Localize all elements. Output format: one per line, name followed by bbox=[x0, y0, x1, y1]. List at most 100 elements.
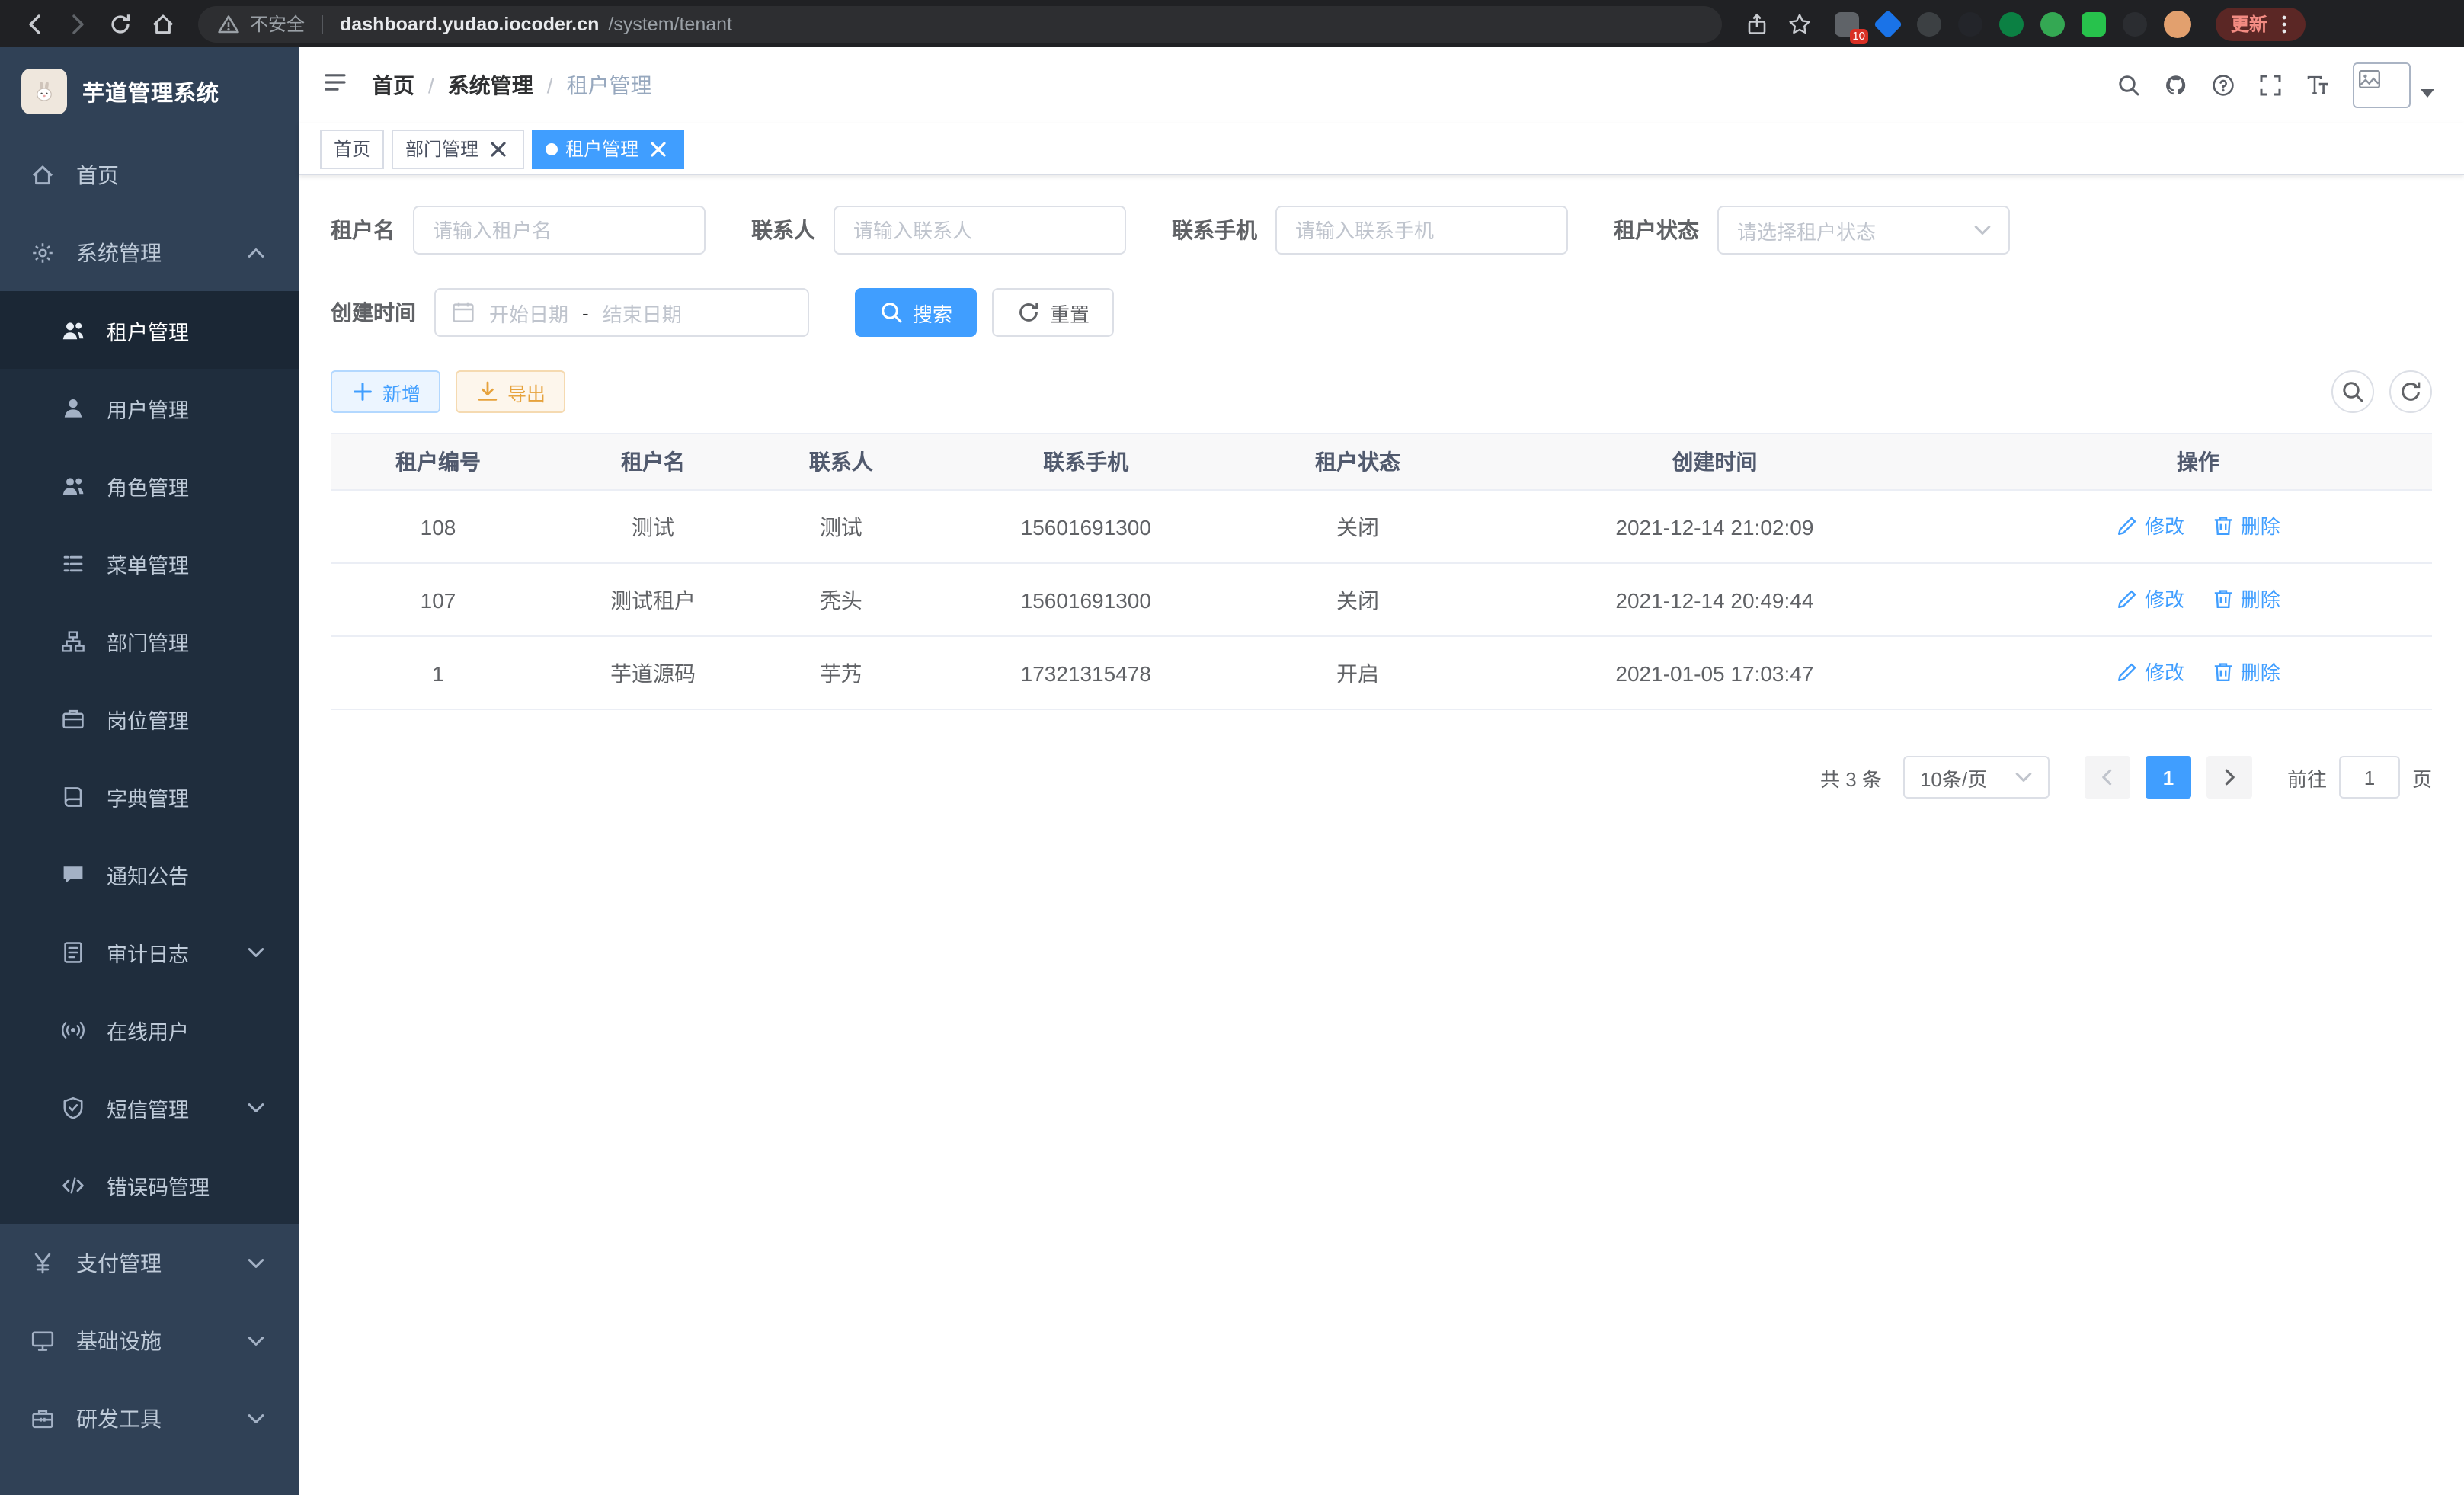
sidebar-item-home[interactable]: 首页 bbox=[0, 136, 299, 213]
tab-close-button[interactable] bbox=[486, 136, 510, 161]
browser-forward-button[interactable] bbox=[58, 4, 98, 43]
sidebar-group-system[interactable]: 系统管理 bbox=[0, 213, 299, 291]
chevron-down-icon bbox=[1970, 218, 1995, 242]
extension-icon-7[interactable] bbox=[2082, 11, 2106, 36]
add-button[interactable]: 新增 bbox=[331, 370, 440, 413]
tags-view: 首页 部门管理 租户管理 bbox=[299, 123, 2464, 175]
github-icon[interactable] bbox=[2164, 73, 2188, 98]
question-icon[interactable] bbox=[2211, 73, 2235, 98]
avatar bbox=[2353, 62, 2411, 108]
cell-operations: 修改 删除 bbox=[1964, 636, 2432, 709]
sidebar-menu: 首页 系统管理 租户管理 用户管理 角色管理 bbox=[0, 136, 299, 1457]
edit-button[interactable]: 修改 bbox=[2116, 584, 2184, 613]
extension-icon-2[interactable] bbox=[1874, 9, 1902, 38]
cell-tenant-name: 芋道源码 bbox=[546, 636, 760, 709]
delete-button[interactable]: 删除 bbox=[2212, 511, 2280, 540]
page-size-select[interactable]: 10条/页 bbox=[1903, 756, 2050, 799]
fullscreen-icon[interactable] bbox=[2258, 73, 2283, 98]
sidebar-item-dept[interactable]: 部门管理 bbox=[0, 602, 299, 680]
user-avatar-dropdown[interactable] bbox=[2353, 62, 2440, 108]
table-row: 1 芋道源码 芋艿 17321315478 开启 2021-01-05 17:0… bbox=[331, 636, 2432, 709]
breadcrumb-home[interactable]: 首页 bbox=[372, 70, 414, 101]
sidebar-group-dev-tools[interactable]: 研发工具 bbox=[0, 1379, 299, 1457]
sidebar-item-audit-log[interactable]: 审计日志 bbox=[0, 913, 299, 991]
refresh-icon bbox=[1016, 300, 1041, 325]
export-button[interactable]: 导出 bbox=[456, 370, 565, 413]
column-header: 创建时间 bbox=[1465, 434, 1964, 490]
next-page-button[interactable] bbox=[2206, 756, 2252, 799]
address-bar[interactable]: 不安全 dashboard.yudao.iocoder.cn/system/te… bbox=[198, 5, 1722, 42]
code-icon bbox=[61, 1173, 85, 1197]
tenant-name-input[interactable] bbox=[413, 206, 706, 255]
list-icon bbox=[61, 551, 85, 575]
sidebar-item-tenant[interactable]: 租户管理 bbox=[0, 291, 299, 369]
toolbox-icon bbox=[30, 1406, 55, 1430]
sidebar-item-role[interactable]: 角色管理 bbox=[0, 447, 299, 524]
sidebar-item-label: 短信管理 bbox=[107, 1092, 189, 1122]
dots-vertical-icon bbox=[2272, 11, 2296, 36]
tab-close-button[interactable] bbox=[646, 136, 670, 161]
omnibox-divider bbox=[322, 14, 323, 33]
refresh-icon bbox=[2398, 379, 2423, 404]
extension-icon-1[interactable]: 10 bbox=[1835, 11, 1859, 36]
extension-icon-4[interactable] bbox=[1958, 11, 1982, 36]
browser-back-button[interactable] bbox=[15, 4, 55, 43]
browser-home-button[interactable] bbox=[143, 4, 183, 43]
update-button[interactable]: 更新 bbox=[2216, 7, 2306, 40]
prev-page-button[interactable] bbox=[2085, 756, 2130, 799]
edit-icon bbox=[2116, 660, 2140, 684]
sidebar-item-sms[interactable]: 短信管理 bbox=[0, 1068, 299, 1146]
page-number-button[interactable]: 1 bbox=[2146, 756, 2191, 799]
tab-home[interactable]: 首页 bbox=[320, 129, 384, 168]
goto-page-input[interactable] bbox=[2339, 756, 2400, 799]
search-icon[interactable] bbox=[2117, 73, 2141, 98]
date-end-placeholder: 结束日期 bbox=[603, 298, 682, 327]
sidebar-item-error-code[interactable]: 错误码管理 bbox=[0, 1146, 299, 1224]
edit-button[interactable]: 修改 bbox=[2116, 511, 2184, 540]
cell-contact: 芋艿 bbox=[760, 636, 922, 709]
reset-button[interactable]: 重置 bbox=[992, 288, 1114, 337]
sidebar-toggle[interactable] bbox=[323, 69, 347, 101]
browser-reload-button[interactable] bbox=[101, 4, 140, 43]
toggle-search-button[interactable] bbox=[2331, 370, 2374, 413]
breadcrumb-separator: / bbox=[547, 73, 553, 98]
search-button[interactable]: 搜索 bbox=[855, 288, 977, 337]
sidebar-group-infra[interactable]: 基础设施 bbox=[0, 1301, 299, 1379]
sidebar-item-dict[interactable]: 字典管理 bbox=[0, 757, 299, 835]
app-logo[interactable]: 芋道管理系统 bbox=[0, 47, 299, 136]
browser-profile-avatar[interactable] bbox=[2164, 10, 2191, 37]
sidebar-item-label: 研发工具 bbox=[76, 1403, 162, 1433]
sidebar-item-menu[interactable]: 菜单管理 bbox=[0, 524, 299, 602]
contact-input[interactable] bbox=[834, 206, 1126, 255]
delete-button[interactable]: 删除 bbox=[2212, 658, 2280, 687]
font-size-icon[interactable] bbox=[2306, 73, 2330, 98]
extension-icon-3[interactable] bbox=[1917, 11, 1941, 36]
status-select[interactable]: 请选择租户状态 bbox=[1717, 206, 2010, 255]
page-unit-label: 页 bbox=[2412, 763, 2432, 792]
date-range-picker[interactable]: 开始日期 - 结束日期 bbox=[434, 288, 809, 337]
delete-button[interactable]: 删除 bbox=[2212, 584, 2280, 613]
extension-icon-8[interactable] bbox=[2123, 11, 2147, 36]
plus-icon bbox=[350, 379, 375, 404]
sidebar-group-payment[interactable]: 支付管理 bbox=[0, 1224, 299, 1301]
edit-icon bbox=[2116, 587, 2140, 611]
main-area: 首页 / 系统管理 / 租户管理 首页 bbox=[299, 47, 2464, 1495]
chevron-right-icon bbox=[2217, 765, 2242, 789]
trash-icon bbox=[2212, 660, 2236, 684]
tab-tenant[interactable]: 租户管理 bbox=[532, 129, 684, 168]
refresh-table-button[interactable] bbox=[2389, 370, 2432, 413]
sidebar-item-user[interactable]: 用户管理 bbox=[0, 369, 299, 447]
phone-input[interactable] bbox=[1275, 206, 1568, 255]
sidebar-item-notice[interactable]: 通知公告 bbox=[0, 835, 299, 913]
share-button[interactable] bbox=[1737, 4, 1777, 43]
extension-icon-5[interactable] bbox=[1999, 11, 2024, 36]
sidebar-item-post[interactable]: 岗位管理 bbox=[0, 680, 299, 757]
breadcrumb-system[interactable]: 系统管理 bbox=[448, 70, 533, 101]
bookmark-star-button[interactable] bbox=[1780, 4, 1819, 43]
book-icon bbox=[61, 784, 85, 808]
filter-label: 联系人 bbox=[751, 215, 815, 245]
extension-icon-6[interactable] bbox=[2040, 11, 2065, 36]
sidebar-item-online-user[interactable]: 在线用户 bbox=[0, 991, 299, 1068]
tab-dept[interactable]: 部门管理 bbox=[392, 129, 524, 168]
edit-button[interactable]: 修改 bbox=[2116, 658, 2184, 687]
